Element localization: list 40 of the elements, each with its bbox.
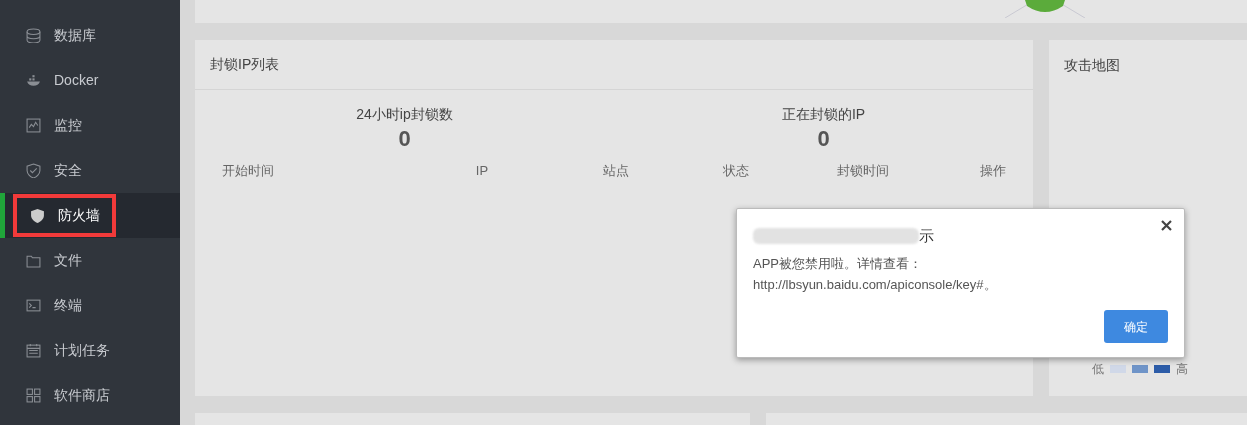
calendar-icon bbox=[26, 343, 41, 358]
stat-label: 正在封锁的IP bbox=[781, 105, 866, 124]
legend-label: 高 bbox=[1176, 361, 1188, 378]
database-icon bbox=[26, 28, 41, 43]
sidebar-item[interactable]: 监控 bbox=[0, 103, 180, 148]
shield-icon bbox=[30, 208, 45, 223]
column-header: 站点 bbox=[602, 162, 630, 180]
legend-swatch bbox=[1132, 365, 1148, 373]
column-header: 状态 bbox=[721, 162, 750, 180]
close-icon bbox=[1160, 219, 1172, 231]
legend-swatch bbox=[1110, 365, 1126, 373]
panel-title: 攻击地图 bbox=[1063, 55, 1121, 75]
sidebar-item[interactable]: 安全 bbox=[0, 148, 180, 193]
stat-label: 24小时ip封锁数 bbox=[356, 105, 453, 124]
whale-icon bbox=[26, 73, 41, 88]
dialog-message: APP被您禁用啦。详情查看：http://lbsyun.baidu.com/apiconsole/key#。 bbox=[752, 254, 998, 294]
sidebar-item[interactable]: 数据库 bbox=[0, 13, 180, 58]
sidebar-item[interactable]: 计划任务 bbox=[0, 328, 180, 373]
terminal-icon bbox=[26, 298, 41, 313]
sidebar-item[interactable]: 终端 bbox=[0, 283, 180, 328]
column-header: 操作 bbox=[979, 162, 1006, 180]
column-header: IP bbox=[474, 162, 490, 180]
legend-label: 低 bbox=[1092, 361, 1104, 378]
annotation-box: 防火墙 bbox=[13, 194, 116, 237]
stat-value: 0 bbox=[817, 125, 830, 153]
column-header: 开始时间 bbox=[222, 162, 275, 180]
confirm-button[interactable]: 确定 bbox=[1104, 310, 1168, 343]
sidebar-item[interactable]: 防火墙 bbox=[0, 193, 180, 238]
dialog-title: 示 bbox=[919, 226, 934, 246]
sidebar-item[interactable]: Docker bbox=[0, 58, 180, 103]
sidebar-item[interactable]: 软件商店 bbox=[0, 373, 180, 418]
shield-icon bbox=[26, 163, 41, 178]
sidebar-item[interactable]: 文件 bbox=[0, 238, 180, 283]
stat-value: 0 bbox=[398, 125, 411, 153]
panel-title: 封锁IP列表 bbox=[195, 40, 1033, 90]
folder-icon bbox=[26, 253, 41, 268]
legend-swatch bbox=[1154, 365, 1170, 373]
chart-icon bbox=[26, 118, 41, 133]
grid-icon bbox=[26, 388, 41, 403]
column-header: 封锁时间 bbox=[836, 162, 890, 180]
